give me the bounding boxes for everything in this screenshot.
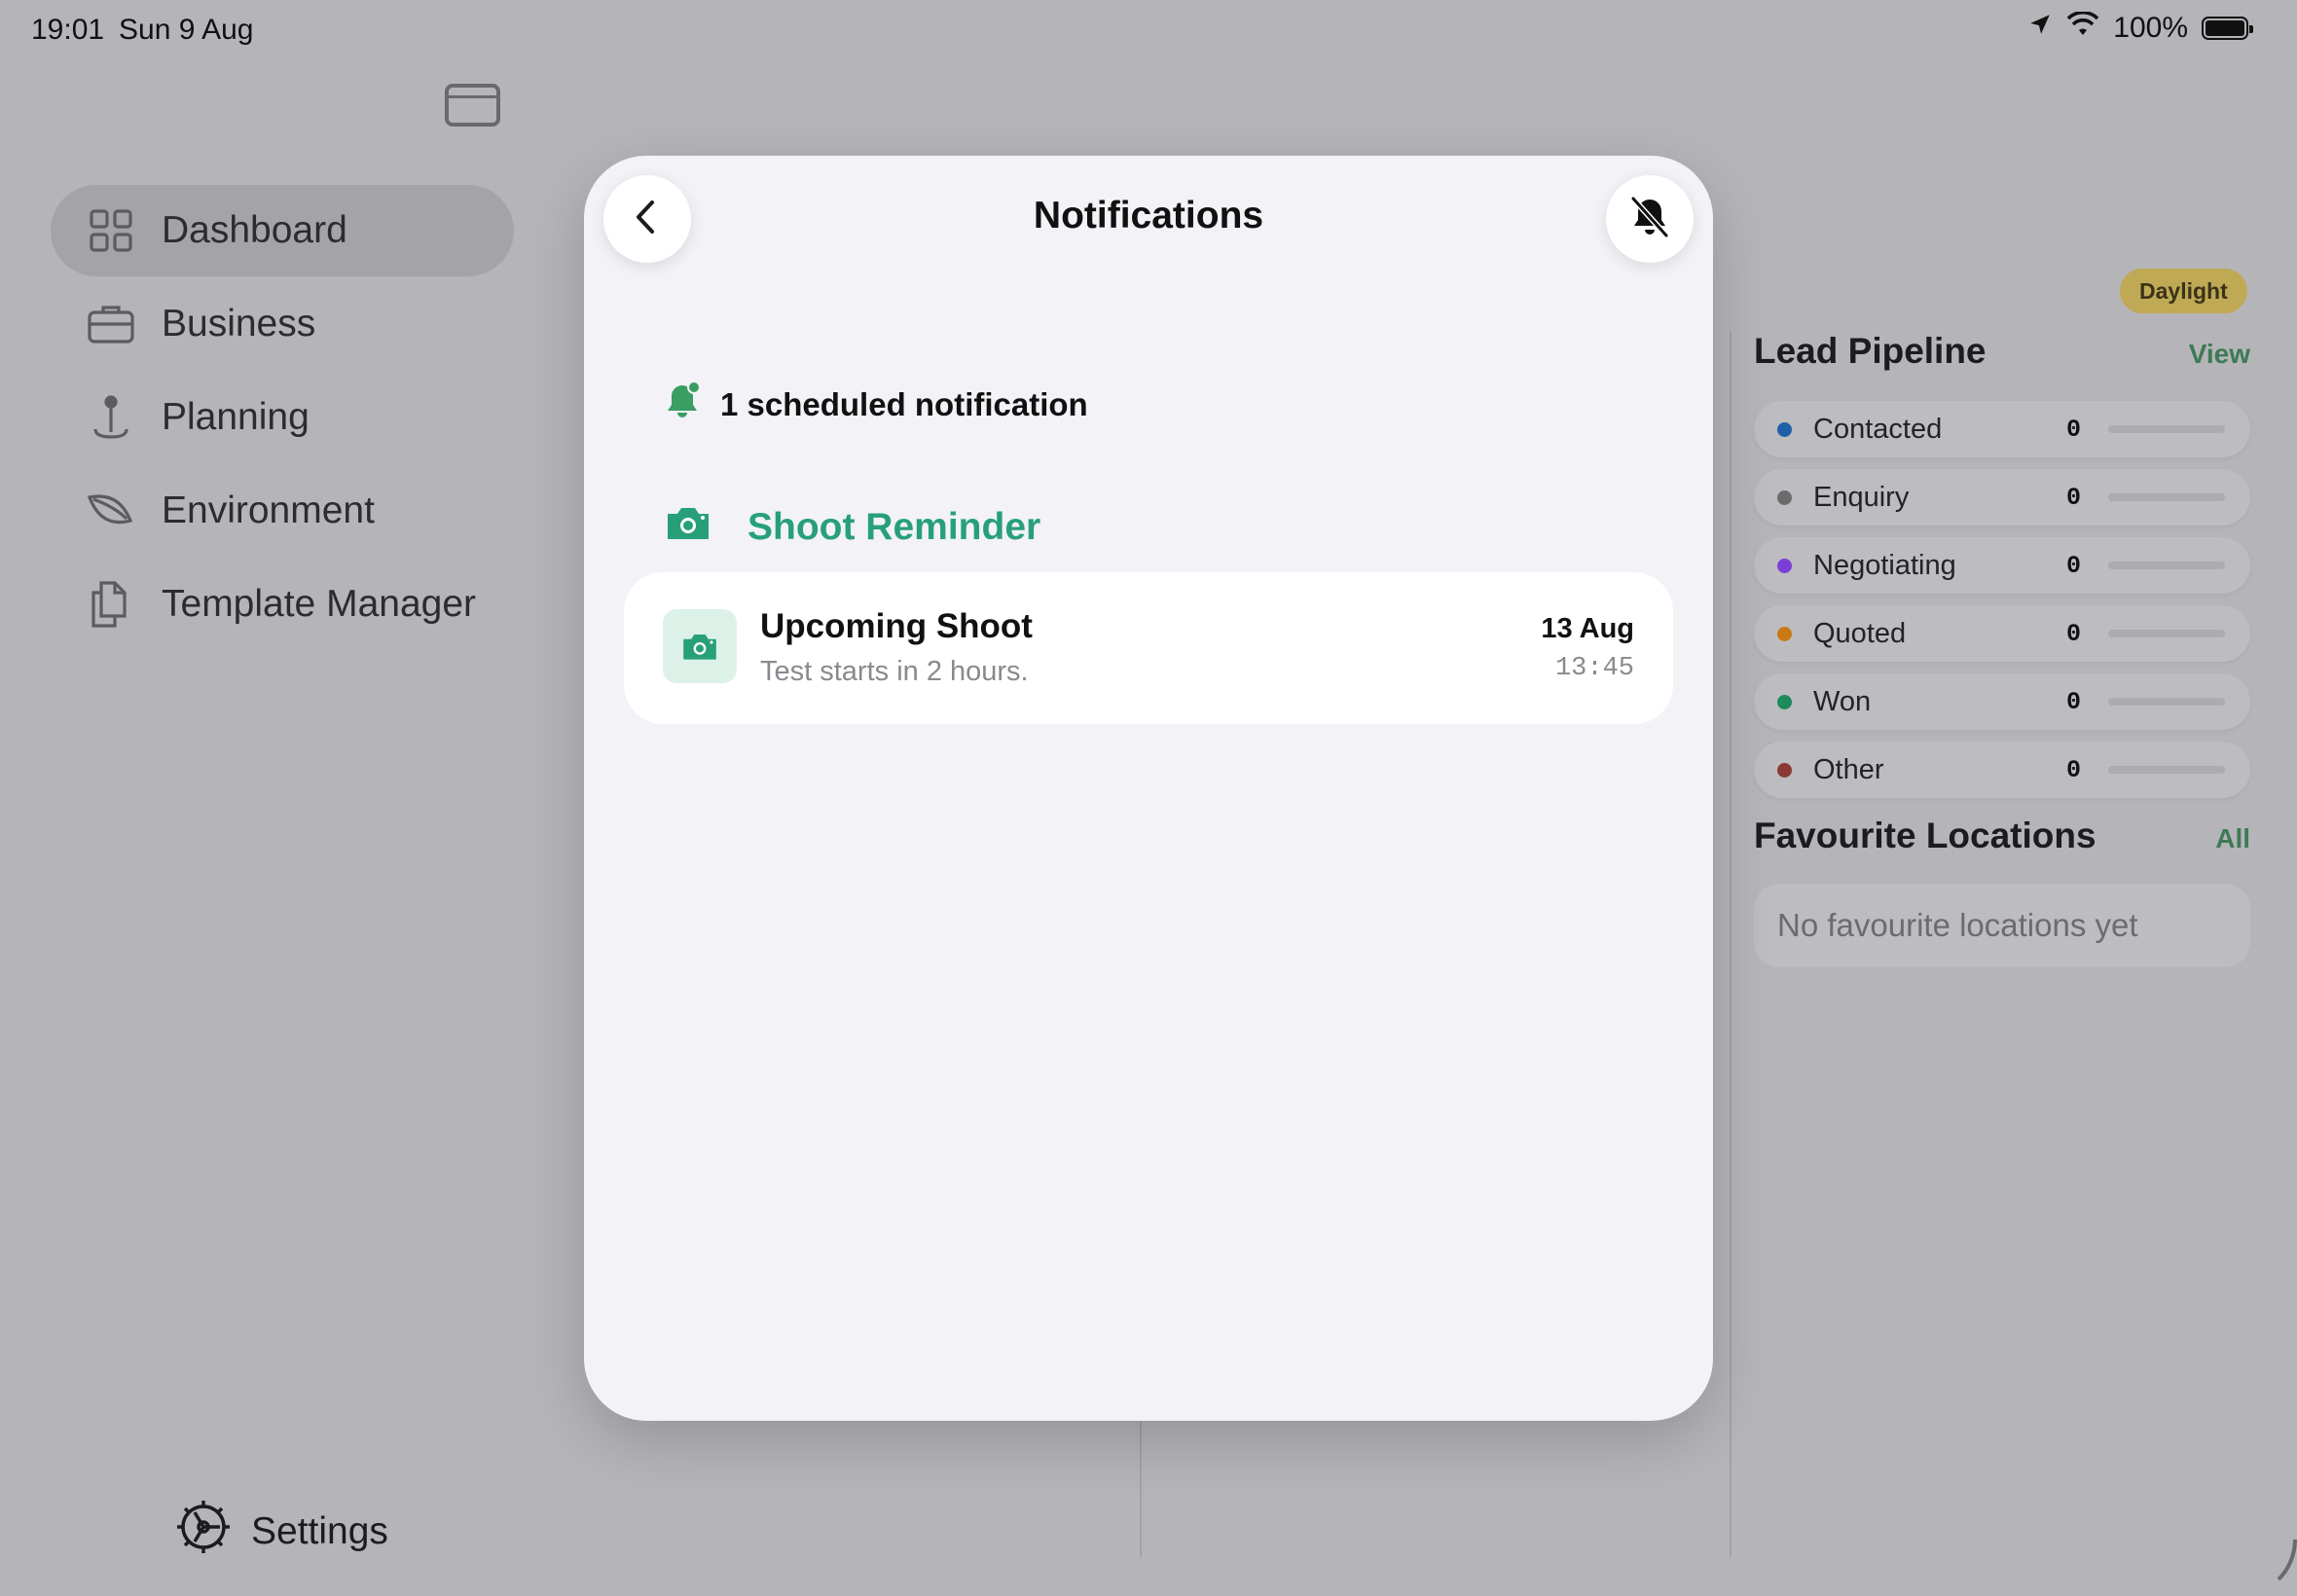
pipeline-label: Contacted	[1813, 413, 1943, 445]
pipeline-bar	[2108, 698, 2225, 706]
pipeline-label: Enquiry	[1813, 481, 1910, 513]
right-panel: Lead Pipeline View Contacted 0 Enquiry 0…	[1754, 331, 2250, 967]
location-arrow-icon	[2027, 12, 2053, 45]
sidebar-item-label: Business	[162, 303, 316, 345]
pipeline-label: Won	[1813, 685, 1872, 717]
scheduled-summary-text: 1 scheduled notification	[720, 386, 1088, 422]
settings-button[interactable]: Settings	[175, 1499, 388, 1565]
pipeline-count: 0	[2066, 687, 2082, 716]
settings-label: Settings	[251, 1510, 388, 1552]
pipeline-row-contacted[interactable]: Contacted 0	[1754, 401, 2250, 457]
pipeline-label: Quoted	[1813, 617, 1907, 649]
status-time: 19:01	[31, 14, 105, 46]
status-dot	[1777, 626, 1792, 641]
pipeline-count: 0	[2066, 415, 2082, 444]
shoot-reminder-group-header: Shoot Reminder	[664, 502, 1040, 553]
battery-percent: 100%	[2113, 12, 2188, 44]
status-dot	[1777, 694, 1792, 709]
notifications-modal: Notifications 1 scheduled notification S…	[584, 156, 1713, 1421]
sidebar: Dashboard Business Planning Environment …	[51, 185, 514, 652]
sidebar-item-environment[interactable]: Environment	[51, 465, 514, 557]
lead-pipeline-title: Lead Pipeline	[1754, 331, 1987, 371]
battery-icon	[2202, 17, 2253, 40]
pipeline-bar	[2108, 493, 2225, 501]
mute-notifications-button[interactable]	[1606, 175, 1694, 263]
favourite-locations-title: Favourite Locations	[1754, 816, 2096, 855]
pipeline-count: 0	[2066, 755, 2082, 784]
lead-pipeline-view-link[interactable]: View	[2189, 339, 2250, 370]
lead-pipeline-list: Contacted 0 Enquiry 0 Negotiating 0 Quot…	[1754, 401, 2250, 798]
lead-pipeline-header: Lead Pipeline View	[1754, 331, 2250, 372]
status-dot	[1777, 558, 1792, 573]
grid-icon	[86, 205, 136, 256]
pipeline-count: 0	[2066, 619, 2082, 648]
notification-date: 13 Aug	[1541, 613, 1634, 644]
sidebar-toggle-button[interactable]	[445, 84, 500, 127]
documents-icon	[86, 579, 136, 630]
camera-icon	[663, 609, 737, 683]
pipeline-count: 0	[2066, 483, 2082, 512]
pipeline-count: 0	[2066, 551, 2082, 580]
pipeline-label: Negotiating	[1813, 549, 1956, 581]
sidebar-item-template-manager[interactable]: Template Manager	[51, 559, 514, 650]
pipeline-row-quoted[interactable]: Quoted 0	[1754, 605, 2250, 662]
favourite-locations-header: Favourite Locations All	[1754, 816, 2250, 856]
status-dot	[1777, 421, 1792, 437]
camera-icon	[664, 502, 747, 553]
pipeline-bar	[2108, 425, 2225, 433]
sidebar-item-label: Environment	[162, 490, 375, 531]
gear-icon	[175, 1499, 251, 1565]
pipeline-bar	[2108, 630, 2225, 637]
column-divider	[1730, 331, 1732, 1557]
bell-badge-icon	[664, 380, 720, 430]
status-right: 100%	[2027, 11, 2253, 45]
sidebar-item-label: Dashboard	[162, 209, 347, 251]
status-dot	[1777, 762, 1792, 778]
pipeline-row-won[interactable]: Won 0	[1754, 673, 2250, 730]
notification-body: Test starts in 2 hours.	[760, 656, 1029, 687]
sidebar-item-dashboard[interactable]: Dashboard	[51, 185, 514, 276]
modal-title: Notifications	[1033, 195, 1264, 236]
notification-title: Upcoming Shoot	[760, 607, 1033, 645]
sidebar-item-label: Template Manager	[162, 583, 477, 625]
status-bar: 19:01 Sun 9 Aug 100%	[0, 0, 2297, 62]
scheduled-summary: 1 scheduled notification	[664, 380, 1088, 430]
leaf-icon	[86, 486, 136, 536]
wifi-icon	[2066, 11, 2099, 45]
column-divider	[1140, 1421, 1142, 1557]
sidebar-item-planning[interactable]: Planning	[51, 372, 514, 463]
bell-slash-icon	[1627, 195, 1672, 244]
status-dot	[1777, 490, 1792, 505]
sidebar-item-label: Planning	[162, 396, 310, 438]
pipeline-row-negotiating[interactable]: Negotiating 0	[1754, 537, 2250, 594]
daylight-badge: Daylight	[2120, 269, 2247, 313]
briefcase-icon	[86, 299, 136, 349]
resize-handle[interactable]	[2239, 1540, 2297, 1596]
map-pin-icon	[86, 392, 136, 443]
favourite-locations-all-link[interactable]: All	[2215, 823, 2250, 854]
notification-item[interactable]: Upcoming Shoot Test starts in 2 hours. 1…	[624, 572, 1673, 724]
pipeline-label: Other	[1813, 753, 1884, 785]
pipeline-row-other[interactable]: Other 0	[1754, 742, 2250, 798]
notification-time: 13:45	[1554, 654, 1634, 683]
status-date: Sun 9 Aug	[119, 14, 254, 46]
pipeline-bar	[2108, 766, 2225, 774]
favourite-locations-empty: No favourite locations yet	[1754, 884, 2250, 967]
sidebar-item-business[interactable]: Business	[51, 278, 514, 370]
group-title: Shoot Reminder	[747, 506, 1041, 548]
pipeline-row-enquiry[interactable]: Enquiry 0	[1754, 469, 2250, 526]
pipeline-bar	[2108, 562, 2225, 569]
